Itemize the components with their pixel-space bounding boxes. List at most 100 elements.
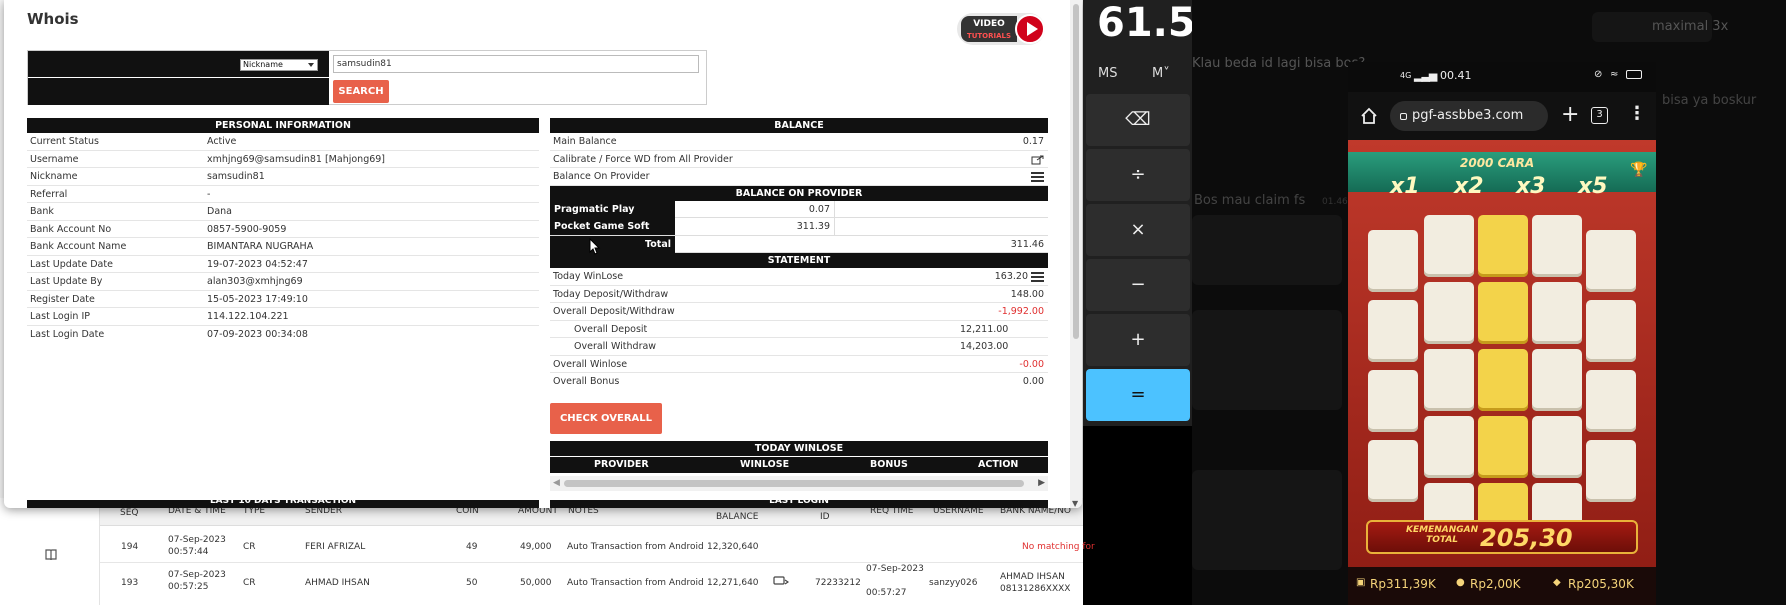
- total-win-value: 205,30: [1480, 524, 1573, 552]
- row-balance: 12,271,640: [707, 578, 759, 588]
- overall-winlose-row: Overall Winlose -0.00: [550, 356, 1048, 373]
- mahjong-tile: [1478, 349, 1528, 411]
- divide-button[interactable]: ÷: [1086, 149, 1190, 201]
- whois-modal: Whois VIDEO TUTORIALS Nickname samsudin8…: [4, 0, 1082, 508]
- browser-toolbar: pgf-assbbe3.com + 3 ⋮: [1348, 92, 1656, 140]
- new-tab-icon[interactable]: +: [1561, 102, 1579, 127]
- mahjong-tile: [1586, 230, 1636, 292]
- row-username: sanzyy026: [929, 578, 978, 588]
- row-sender: FERI AFRIZAL: [305, 542, 366, 552]
- col-winlose: WINLOSE: [740, 459, 790, 470]
- info-row: Last Login Date 07-09-2023 00:34:08: [30, 328, 308, 340]
- lock-icon: [1400, 113, 1407, 120]
- check-overall-button[interactable]: CHECK OVERALL: [550, 403, 662, 434]
- home-icon[interactable]: [1360, 107, 1378, 125]
- mute-icon: ⊘: [1594, 69, 1603, 80]
- provider-row: Pragmatic Play 0.07: [550, 200, 1048, 218]
- mahjong-tile: [1586, 440, 1636, 502]
- search-type-bar: Nickname: [28, 51, 329, 77]
- chat-message: maximal 3x: [1652, 19, 1729, 34]
- win-icon: ◆: [1553, 577, 1561, 588]
- scroll-left-icon[interactable]: ◀: [553, 478, 560, 488]
- today-winlose-columns: PROVIDER WINLOSE BONUS ACTION: [550, 457, 1048, 473]
- modal-title: Whois: [27, 10, 79, 28]
- mahjong-tile: [1368, 230, 1418, 292]
- row-divider: [100, 562, 1083, 563]
- scroll-thumb[interactable]: [564, 480, 1024, 487]
- tab-count-button[interactable]: 3: [1591, 107, 1608, 124]
- row-bank-name: AHMAD IHSAN: [1000, 572, 1065, 582]
- multiplier-1: x1: [1390, 174, 1420, 199]
- list-icon[interactable]: [1031, 172, 1044, 182]
- mahjong-tile: [1424, 416, 1474, 478]
- search-type-select[interactable]: Nickname: [240, 59, 318, 71]
- vertical-scrollbar[interactable]: ▼: [1070, 0, 1082, 508]
- today-winlose-row: Today WinLose 163.20: [550, 268, 1048, 286]
- row-id: 72233212: [815, 578, 861, 588]
- equals-button[interactable]: =: [1086, 369, 1190, 421]
- search-input[interactable]: samsudin81: [333, 55, 699, 73]
- game-banner: 2000 CARA: [1460, 156, 1535, 170]
- scroll-down-icon[interactable]: ▼: [1072, 499, 1078, 508]
- provider-total-row: Total 311.46: [550, 235, 1048, 253]
- search-form: Nickname samsudin81 SEARCH: [27, 50, 707, 105]
- scroll-thumb[interactable]: [1073, 4, 1079, 339]
- balance-on-provider-row: Balance On Provider: [550, 168, 1048, 186]
- share-icon[interactable]: [1031, 155, 1044, 165]
- mahjong-tile: [1368, 370, 1418, 432]
- multiply-button[interactable]: ×: [1086, 204, 1190, 256]
- info-row: Last Login IP 114.122.104.221: [27, 308, 539, 326]
- info-row: Bank Account No 0857-5900-9059: [27, 221, 539, 238]
- calculator-display: 61.5: [1097, 0, 1196, 46]
- info-row: Bank Dana: [27, 203, 539, 221]
- mahjong-tile: [1586, 370, 1636, 432]
- col-id: ID: [820, 512, 830, 522]
- total-win-bar: KEMENANGAN TOTAL 205,30: [1366, 520, 1638, 554]
- info-row: Nickname samsudin81: [27, 168, 539, 186]
- plus-button[interactable]: +: [1086, 314, 1190, 366]
- overall-withdraw-row: Overall Withdraw 14,203.00: [550, 338, 1048, 356]
- scroll-right-icon[interactable]: ▶: [1038, 478, 1045, 488]
- backspace-button[interactable]: ⌫: [1086, 94, 1190, 146]
- battery-icon: [1626, 70, 1642, 79]
- minus-button[interactable]: −: [1086, 259, 1190, 311]
- col-action: ACTION: [978, 459, 1019, 470]
- transaction-table: SEQ DATE & TIME TYPE SENDER COIN AMOUNT …: [0, 498, 1095, 605]
- list-icon[interactable]: [1031, 272, 1044, 282]
- col-provider: PROVIDER: [594, 459, 649, 470]
- search-button[interactable]: SEARCH: [333, 80, 389, 103]
- overall-bonus-row: Overall Bonus 0.00: [553, 376, 1044, 387]
- game-balance: Rp311,39K: [1370, 577, 1436, 591]
- today-dw-row: Today Deposit/Withdraw 148.00: [550, 286, 1048, 303]
- col-balance: BALANCE: [716, 512, 759, 522]
- row-date: 07-Sep-2023: [168, 535, 226, 545]
- url-bar[interactable]: pgf-assbbe3.com: [1390, 101, 1548, 131]
- memory-recall-button[interactable]: M˅: [1152, 66, 1170, 81]
- row-req-time: 00:57:27: [866, 588, 907, 598]
- row-coin: 49: [466, 542, 478, 552]
- menu-icon[interactable]: ⋮: [1628, 103, 1646, 124]
- video-tutorials-button[interactable]: VIDEO TUTORIALS: [957, 13, 1045, 45]
- calculator-window: 61.5 MS M˅ ⌫ ÷ × − + =: [1083, 0, 1196, 426]
- book-icon[interactable]: [44, 548, 58, 562]
- wifi-icon: ≈: [1610, 69, 1619, 80]
- chat-icon[interactable]: [773, 576, 789, 588]
- col-bonus: BONUS: [870, 459, 908, 470]
- personal-info-header: PERSONAL INFORMATION: [27, 118, 539, 133]
- game-win: Rp205,30K: [1568, 577, 1634, 591]
- mahjong-tile: [1368, 440, 1418, 502]
- play-icon: [1015, 14, 1045, 44]
- row-balance: 12,320,640: [707, 542, 759, 552]
- horizontal-scrollbar[interactable]: ◀ ▶: [550, 476, 1048, 491]
- info-row: Bank Account Name BIMANTARA NUGRAHA: [27, 238, 539, 256]
- mahjong-tile: [1478, 416, 1528, 478]
- row-no-match: No matching for: [1022, 542, 1095, 552]
- background-sidebar: [0, 498, 100, 605]
- mahjong-tile: [1424, 349, 1474, 411]
- mahjong-tile: [1424, 215, 1474, 277]
- mahjong-tile: [1532, 416, 1582, 478]
- memory-store-button[interactable]: MS: [1098, 66, 1117, 81]
- chevron-down-icon: [308, 63, 314, 67]
- info-row: Register Date 15-05-2023 17:49:10: [27, 291, 539, 308]
- row-time: 00:57:44: [168, 547, 209, 557]
